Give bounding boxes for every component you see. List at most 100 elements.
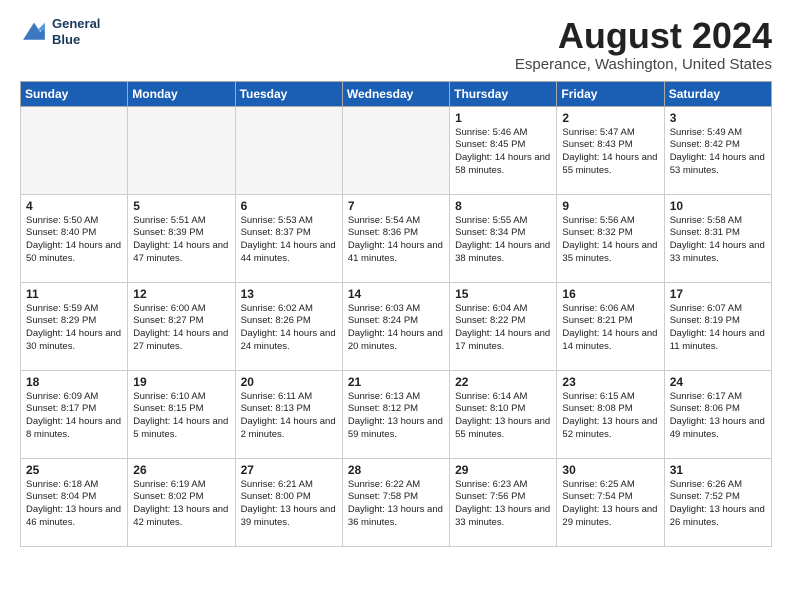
- day-info: Sunrise: 6:02 AM Sunset: 8:26 PM Dayligh…: [241, 303, 337, 354]
- calendar-cell: 15 Sunrise: 6:04 AM Sunset: 8:22 PM Dayli…: [450, 282, 557, 370]
- calendar-cell: 28 Sunrise: 6:22 AM Sunset: 7:58 PM Dayli…: [342, 458, 449, 546]
- day-info: Sunrise: 6:21 AM Sunset: 8:00 PM Dayligh…: [241, 479, 337, 530]
- logo-icon: [20, 18, 48, 46]
- weekday-row: SundayMondayTuesdayWednesdayThursdayFrid…: [21, 81, 772, 106]
- calendar-cell: 8 Sunrise: 5:55 AM Sunset: 8:34 PM Daylig…: [450, 194, 557, 282]
- day-info: Sunrise: 6:26 AM Sunset: 7:52 PM Dayligh…: [670, 479, 766, 530]
- day-info: Sunrise: 6:25 AM Sunset: 7:54 PM Dayligh…: [562, 479, 658, 530]
- day-info: Sunrise: 6:14 AM Sunset: 8:10 PM Dayligh…: [455, 391, 551, 442]
- day-number: 20: [241, 375, 337, 389]
- day-info: Sunrise: 5:51 AM Sunset: 8:39 PM Dayligh…: [133, 215, 229, 266]
- day-info: Sunrise: 5:54 AM Sunset: 8:36 PM Dayligh…: [348, 215, 444, 266]
- day-info: Sunrise: 6:22 AM Sunset: 7:58 PM Dayligh…: [348, 479, 444, 530]
- day-number: 21: [348, 375, 444, 389]
- weekday-header-wednesday: Wednesday: [342, 81, 449, 106]
- calendar-cell: 13 Sunrise: 6:02 AM Sunset: 8:26 PM Dayli…: [235, 282, 342, 370]
- week-row-4: 18 Sunrise: 6:09 AM Sunset: 8:17 PM Dayli…: [21, 370, 772, 458]
- calendar-cell: [342, 106, 449, 194]
- day-info: Sunrise: 5:56 AM Sunset: 8:32 PM Dayligh…: [562, 215, 658, 266]
- logo-line1: General: [52, 16, 100, 32]
- logo-line2: Blue: [52, 32, 100, 48]
- calendar-cell: 10 Sunrise: 5:58 AM Sunset: 8:31 PM Dayli…: [664, 194, 771, 282]
- day-number: 5: [133, 199, 229, 213]
- logo: General Blue: [20, 16, 100, 47]
- week-row-2: 4 Sunrise: 5:50 AM Sunset: 8:40 PM Daylig…: [21, 194, 772, 282]
- day-number: 23: [562, 375, 658, 389]
- weekday-header-thursday: Thursday: [450, 81, 557, 106]
- day-info: Sunrise: 5:58 AM Sunset: 8:31 PM Dayligh…: [670, 215, 766, 266]
- day-number: 27: [241, 463, 337, 477]
- calendar-cell: 6 Sunrise: 5:53 AM Sunset: 8:37 PM Daylig…: [235, 194, 342, 282]
- calendar-cell: 29 Sunrise: 6:23 AM Sunset: 7:56 PM Dayli…: [450, 458, 557, 546]
- day-number: 14: [348, 287, 444, 301]
- day-number: 16: [562, 287, 658, 301]
- day-number: 13: [241, 287, 337, 301]
- calendar-cell: 3Sunrise: 5:49 AM Sunset: 8:42 PM Daylig…: [664, 106, 771, 194]
- day-number: 1: [455, 111, 551, 125]
- calendar-cell: 14Sunrise: 6:03 AM Sunset: 8:24 PM Dayli…: [342, 282, 449, 370]
- calendar-cell: [128, 106, 235, 194]
- calendar-cell: 25Sunrise: 6:18 AM Sunset: 8:04 PM Dayli…: [21, 458, 128, 546]
- day-number: 7: [348, 199, 444, 213]
- day-info: Sunrise: 5:55 AM Sunset: 8:34 PM Dayligh…: [455, 215, 551, 266]
- day-number: 25: [26, 463, 122, 477]
- calendar-cell: 31Sunrise: 6:26 AM Sunset: 7:52 PM Dayli…: [664, 458, 771, 546]
- calendar-cell: [235, 106, 342, 194]
- day-info: Sunrise: 5:47 AM Sunset: 8:43 PM Dayligh…: [562, 127, 658, 178]
- calendar-cell: [21, 106, 128, 194]
- day-number: 6: [241, 199, 337, 213]
- calendar-cell: 18 Sunrise: 6:09 AM Sunset: 8:17 PM Dayli…: [21, 370, 128, 458]
- calendar-cell: 17 Sunrise: 6:07 AM Sunset: 8:19 PM Dayli…: [664, 282, 771, 370]
- calendar-cell: 20Sunrise: 6:11 AM Sunset: 8:13 PM Dayli…: [235, 370, 342, 458]
- day-number: 2: [562, 111, 658, 125]
- day-number: 10: [670, 199, 766, 213]
- calendar-cell: 22 Sunrise: 6:14 AM Sunset: 8:10 PM Dayli…: [450, 370, 557, 458]
- week-row-3: 11Sunrise: 5:59 AM Sunset: 8:29 PM Dayli…: [21, 282, 772, 370]
- day-number: 24: [670, 375, 766, 389]
- calendar-cell: 2 Sunrise: 5:47 AM Sunset: 8:43 PM Daylig…: [557, 106, 664, 194]
- day-number: 29: [455, 463, 551, 477]
- day-number: 12: [133, 287, 229, 301]
- day-number: 17: [670, 287, 766, 301]
- calendar-cell: 4 Sunrise: 5:50 AM Sunset: 8:40 PM Daylig…: [21, 194, 128, 282]
- day-info: Sunrise: 6:07 AM Sunset: 8:19 PM Dayligh…: [670, 303, 766, 354]
- day-info: Sunrise: 6:13 AM Sunset: 8:12 PM Dayligh…: [348, 391, 444, 442]
- calendar-cell: 7 Sunrise: 5:54 AM Sunset: 8:36 PM Daylig…: [342, 194, 449, 282]
- day-info: Sunrise: 6:09 AM Sunset: 8:17 PM Dayligh…: [26, 391, 122, 442]
- title-block: August 2024 Esperance, Washington, Unite…: [515, 16, 772, 73]
- calendar-cell: 23 Sunrise: 6:15 AM Sunset: 8:08 PM Dayli…: [557, 370, 664, 458]
- weekday-header-tuesday: Tuesday: [235, 81, 342, 106]
- day-number: 8: [455, 199, 551, 213]
- week-row-5: 25Sunrise: 6:18 AM Sunset: 8:04 PM Dayli…: [21, 458, 772, 546]
- day-number: 30: [562, 463, 658, 477]
- calendar-cell: 21 Sunrise: 6:13 AM Sunset: 8:12 PM Dayli…: [342, 370, 449, 458]
- day-info: Sunrise: 5:53 AM Sunset: 8:37 PM Dayligh…: [241, 215, 337, 266]
- weekday-header-friday: Friday: [557, 81, 664, 106]
- day-info: Sunrise: 6:00 AM Sunset: 8:27 PM Dayligh…: [133, 303, 229, 354]
- day-info: Sunrise: 6:10 AM Sunset: 8:15 PM Dayligh…: [133, 391, 229, 442]
- day-number: 4: [26, 199, 122, 213]
- calendar-cell: 9Sunrise: 5:56 AM Sunset: 8:32 PM Daylig…: [557, 194, 664, 282]
- day-number: 22: [455, 375, 551, 389]
- day-info: Sunrise: 6:17 AM Sunset: 8:06 PM Dayligh…: [670, 391, 766, 442]
- calendar-cell: 12 Sunrise: 6:00 AM Sunset: 8:27 PM Dayli…: [128, 282, 235, 370]
- calendar-subtitle: Esperance, Washington, United States: [515, 56, 772, 73]
- day-info: Sunrise: 6:15 AM Sunset: 8:08 PM Dayligh…: [562, 391, 658, 442]
- day-number: 11: [26, 287, 122, 301]
- day-info: Sunrise: 6:04 AM Sunset: 8:22 PM Dayligh…: [455, 303, 551, 354]
- weekday-header-saturday: Saturday: [664, 81, 771, 106]
- day-number: 3: [670, 111, 766, 125]
- day-number: 28: [348, 463, 444, 477]
- day-info: Sunrise: 6:19 AM Sunset: 8:02 PM Dayligh…: [133, 479, 229, 530]
- day-info: Sunrise: 5:46 AM Sunset: 8:45 PM Dayligh…: [455, 127, 551, 178]
- calendar-cell: 11Sunrise: 5:59 AM Sunset: 8:29 PM Dayli…: [21, 282, 128, 370]
- day-info: Sunrise: 6:23 AM Sunset: 7:56 PM Dayligh…: [455, 479, 551, 530]
- day-number: 15: [455, 287, 551, 301]
- day-info: Sunrise: 5:50 AM Sunset: 8:40 PM Dayligh…: [26, 215, 122, 266]
- calendar-cell: 26Sunrise: 6:19 AM Sunset: 8:02 PM Dayli…: [128, 458, 235, 546]
- day-number: 18: [26, 375, 122, 389]
- day-info: Sunrise: 6:06 AM Sunset: 8:21 PM Dayligh…: [562, 303, 658, 354]
- calendar-cell: 19 Sunrise: 6:10 AM Sunset: 8:15 PM Dayli…: [128, 370, 235, 458]
- day-number: 19: [133, 375, 229, 389]
- calendar-cell: 24 Sunrise: 6:17 AM Sunset: 8:06 PM Dayli…: [664, 370, 771, 458]
